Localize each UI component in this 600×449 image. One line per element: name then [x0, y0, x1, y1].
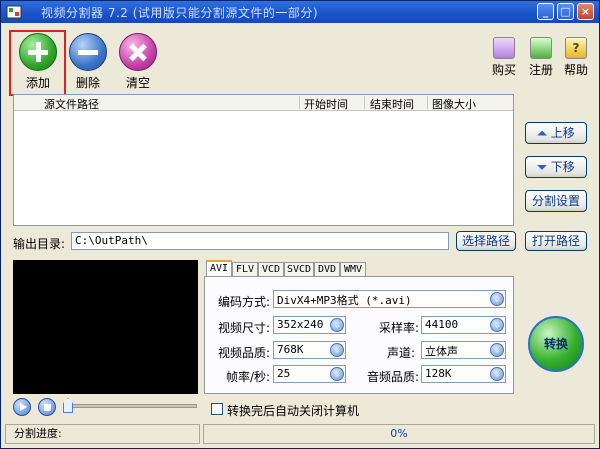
buy-button[interactable]: 购买 — [489, 37, 519, 78]
sample-rate-select[interactable]: 44100 ⌄ — [421, 316, 506, 334]
video-size-select[interactable]: 352x240 ⌄ — [273, 316, 346, 334]
open-path-button[interactable]: 打开路径 — [525, 231, 587, 251]
shutdown-checkbox[interactable] — [211, 403, 223, 415]
choose-path-button[interactable]: 选择路径 — [456, 231, 516, 251]
close-button[interactable]: × — [577, 3, 594, 20]
clear-button[interactable]: 清空 — [115, 33, 161, 91]
file-list-header: 源文件路径 开始时间 结束时间 图像大小 — [14, 95, 513, 111]
delete-button[interactable]: 删除 — [65, 33, 111, 91]
codec-label: 编码方式: — [218, 295, 271, 309]
stop-button[interactable] — [38, 398, 56, 416]
move-up-label: 上移 — [550, 126, 575, 140]
window-title: 视频分割器 7.2 (试用版只能分割源文件的一部分) — [41, 6, 319, 20]
video-preview — [13, 260, 198, 394]
maximize-button[interactable]: □ — [557, 3, 574, 20]
video-size-label: 视频尺寸: — [218, 321, 271, 335]
key-icon — [530, 37, 552, 59]
chevron-down-icon: ⌄ — [490, 343, 504, 357]
play-icon — [20, 403, 27, 411]
double-down-icon: ⏷ — [537, 160, 547, 174]
split-progress-label: 分割进度: — [5, 424, 200, 444]
chevron-down-icon: ⌄ — [490, 367, 504, 381]
channel-label: 声道: — [387, 346, 416, 360]
minimize-button[interactable]: _ — [537, 3, 554, 20]
progress-text: 0% — [203, 424, 595, 444]
chevron-down-icon: ⌄ — [490, 318, 504, 332]
sample-rate-label: 采样率: — [379, 321, 420, 335]
fps-label: 帧率/秒: — [226, 370, 271, 384]
app-icon — [6, 5, 22, 19]
cart-icon — [493, 37, 515, 59]
move-up-button[interactable]: ⏶ 上移 — [525, 122, 587, 144]
codec-select[interactable]: DivX4+MP3格式 (*.avi) ⌄ — [273, 290, 506, 308]
register-label: 注册 — [528, 63, 553, 77]
column-image-size[interactable]: 图像大小 — [432, 96, 476, 112]
column-start-time[interactable]: 开始时间 — [304, 96, 348, 112]
help-label: 帮助 — [563, 63, 588, 77]
buy-label: 购买 — [491, 63, 516, 77]
output-dir-field[interactable]: C:\OutPath\ — [71, 232, 449, 250]
register-button[interactable]: 注册 — [526, 37, 556, 78]
file-list[interactable]: 源文件路径 开始时间 结束时间 图像大小 — [13, 94, 514, 226]
x-icon — [119, 33, 157, 71]
output-dir-label: 输出目录: — [13, 237, 66, 251]
status-bar: 分割进度: 0% — [5, 424, 595, 444]
app-window: 视频分割器 7.2 (试用版只能分割源文件的一部分) _ □ × 添加 删除 清… — [0, 0, 600, 449]
title-bar[interactable]: 视频分割器 7.2 (试用版只能分割源文件的一部分) _ □ × — [1, 1, 599, 23]
column-source-path[interactable]: 源文件路径 — [44, 96, 99, 112]
audio-quality-select[interactable]: 128K ⌄ — [421, 365, 506, 383]
video-quality-label: 视频品质: — [218, 346, 271, 360]
help-button[interactable]: ? 帮助 — [561, 37, 591, 78]
split-settings-button[interactable]: 分割设置 — [525, 190, 587, 212]
video-quality-select[interactable]: 768K ⌄ — [273, 341, 346, 359]
chevron-down-icon: ⌄ — [330, 318, 344, 332]
move-down-label: 下移 — [550, 160, 575, 174]
audio-quality-label: 音频品质: — [367, 370, 420, 384]
chevron-down-icon: ⌄ — [490, 292, 504, 306]
minus-icon — [69, 33, 107, 71]
seek-slider[interactable] — [67, 404, 197, 408]
channel-select[interactable]: 立体声 ⌄ — [421, 341, 506, 359]
seek-thumb[interactable] — [63, 398, 73, 413]
delete-label: 删除 — [75, 76, 100, 90]
chevron-down-icon: ⌄ — [330, 343, 344, 357]
convert-button[interactable]: 转换 — [528, 316, 584, 372]
double-up-icon: ⏶ — [537, 126, 547, 140]
clear-label: 清空 — [125, 76, 150, 90]
fps-select[interactable]: 25 ⌄ — [273, 365, 346, 383]
play-button[interactable] — [13, 398, 31, 416]
move-down-button[interactable]: ⏷ 下移 — [525, 156, 587, 178]
add-button[interactable]: 添加 — [15, 33, 61, 91]
chevron-down-icon: ⌄ — [330, 367, 344, 381]
add-label: 添加 — [25, 76, 50, 90]
stop-icon — [44, 404, 51, 411]
help-icon: ? — [565, 37, 587, 59]
shutdown-label: 转换完后自动关闭计算机 — [227, 404, 360, 418]
plus-icon — [19, 33, 57, 71]
column-end-time[interactable]: 结束时间 — [370, 96, 414, 112]
